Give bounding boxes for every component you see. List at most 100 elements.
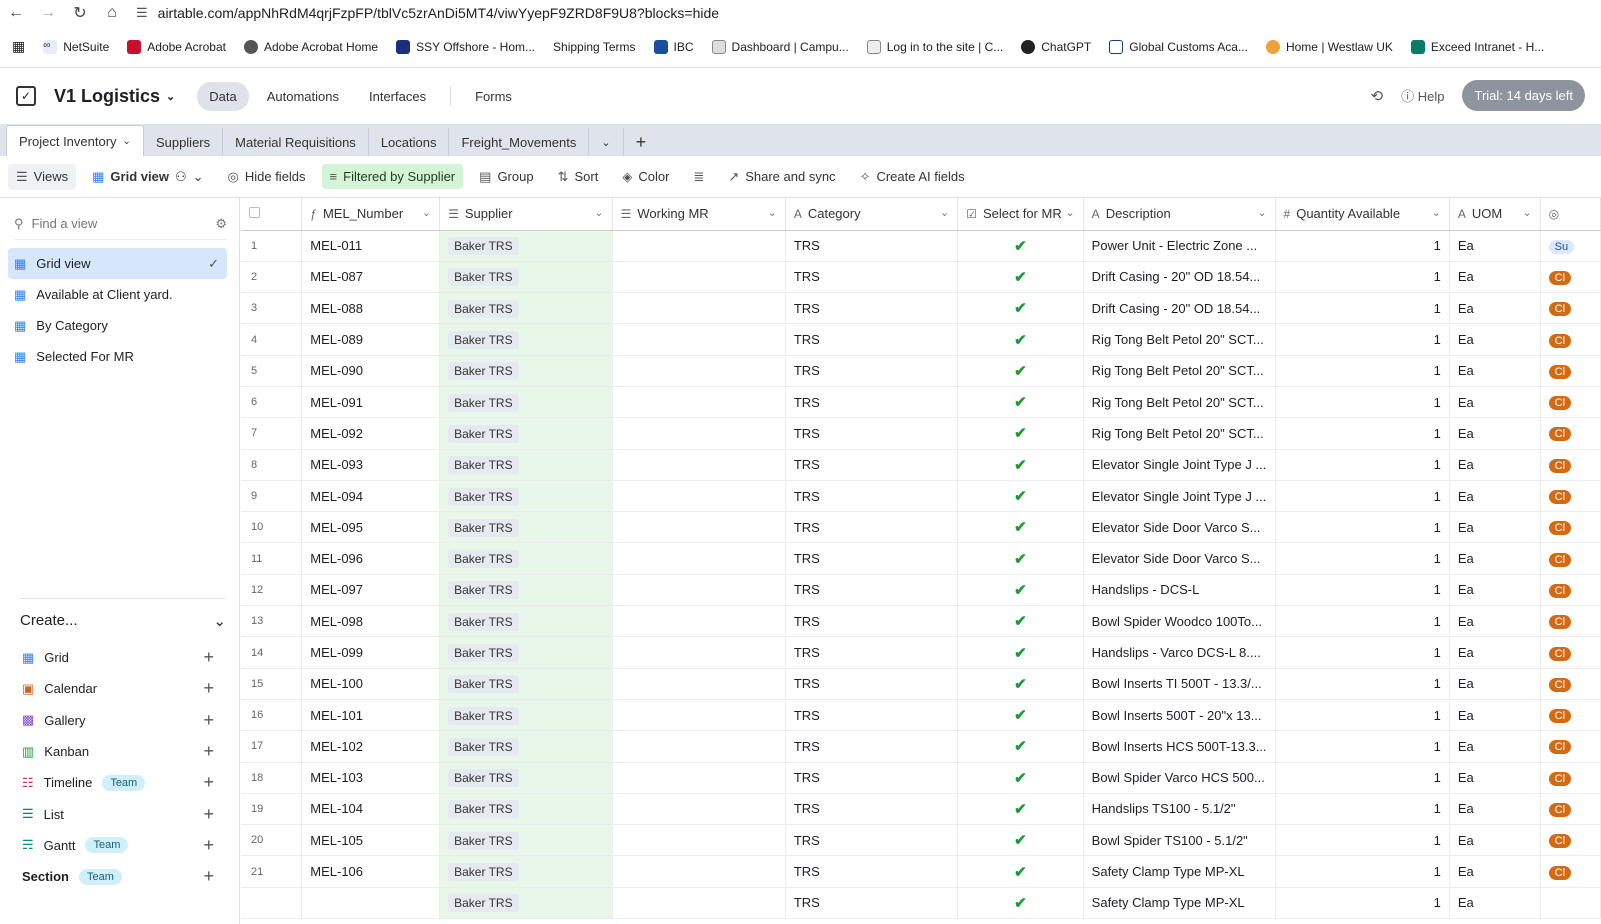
- cell-quantity[interactable]: 1: [1275, 417, 1450, 450]
- cell-working-mr[interactable]: [612, 636, 786, 669]
- cell-quantity[interactable]: 1: [1275, 668, 1450, 700]
- bookmark[interactable]: Shipping Terms: [553, 40, 636, 54]
- tab-freight-movements[interactable]: Freight_Movements: [449, 128, 590, 156]
- cell-description[interactable]: Bowl Inserts 500T - 20"x 13...: [1083, 699, 1276, 732]
- cell-category[interactable]: TRS: [785, 855, 959, 888]
- cell-mel-number[interactable]: MEL-106: [301, 855, 441, 888]
- cell-supplier[interactable]: Baker TRS: [439, 542, 613, 575]
- sort-button[interactable]: ⇅ Sort: [550, 164, 607, 190]
- row-number[interactable]: 3: [241, 292, 303, 325]
- cell-quantity[interactable]: 1: [1275, 699, 1450, 732]
- nav-data[interactable]: Data: [197, 81, 249, 111]
- cell-status[interactable]: Su: [1540, 230, 1601, 262]
- cell-description[interactable]: Rig Tong Belt Petol 20" SCT...: [1083, 323, 1276, 356]
- cell-status[interactable]: Cl: [1540, 292, 1601, 325]
- cell-quantity[interactable]: 1: [1275, 386, 1450, 419]
- cell-working-mr[interactable]: [612, 449, 786, 481]
- site-info-icon[interactable]: ☰: [136, 5, 148, 21]
- cell-select-for-mr[interactable]: ✔: [957, 668, 1084, 700]
- cell-status[interactable]: Cl: [1540, 824, 1601, 857]
- cell-status[interactable]: Cl: [1540, 417, 1601, 450]
- history-icon[interactable]: ⟲: [1371, 87, 1384, 105]
- col-header-mel-number[interactable]: ƒ MEL_Number ⌄: [301, 198, 441, 231]
- cell-status[interactable]: [1540, 887, 1601, 920]
- cell-supplier[interactable]: Baker TRS: [439, 762, 613, 794]
- cell-description[interactable]: Elevator Side Door Varco S...: [1083, 542, 1276, 575]
- plus-icon[interactable]: +: [203, 804, 214, 825]
- cell-supplier[interactable]: Baker TRS: [439, 887, 613, 920]
- cell-working-mr[interactable]: [612, 480, 786, 513]
- create-gantt[interactable]: ☴ Gantt Team +: [0, 830, 240, 861]
- cell-description[interactable]: Rig Tong Belt Petol 20" SCT...: [1083, 355, 1276, 387]
- cell-select-for-mr[interactable]: ✔: [957, 323, 1084, 356]
- bookmark[interactable]: Adobe Acrobat: [127, 39, 226, 54]
- url-field[interactable]: ☰ airtable.com/appNhRdM4qrjFzpFP/tblVc5z…: [136, 5, 719, 21]
- table-row[interactable]: 7 MEL-092 Baker TRS TRS ✔ Rig Tong Belt Petol…: [241, 417, 1601, 450]
- row-number[interactable]: 4: [241, 323, 303, 356]
- cell-supplier[interactable]: Baker TRS: [439, 793, 613, 826]
- table-row[interactable]: 19 MEL-104 Baker TRS TRS ✔ Handslips TS100 - …: [241, 793, 1601, 826]
- cell-select-for-mr[interactable]: ✔: [957, 480, 1084, 513]
- table-row[interactable]: 18 MEL-103 Baker TRS TRS ✔ Bowl Spider Varco …: [241, 762, 1601, 794]
- cell-category[interactable]: TRS: [785, 605, 959, 638]
- cell-status[interactable]: Cl: [1540, 636, 1601, 669]
- cell-supplier[interactable]: Baker TRS: [439, 355, 613, 387]
- cell-select-for-mr[interactable]: ✔: [957, 417, 1084, 450]
- row-number[interactable]: 17: [241, 730, 303, 763]
- create-toggle[interactable]: Create... ⌄: [20, 598, 226, 642]
- cell-mel-number[interactable]: MEL-104: [301, 793, 441, 826]
- cell-quantity[interactable]: 1: [1275, 480, 1450, 513]
- cell-supplier[interactable]: Baker TRS: [439, 574, 613, 607]
- cell-uom[interactable]: Ea: [1449, 323, 1541, 356]
- cell-supplier[interactable]: Baker TRS: [439, 386, 613, 419]
- row-number[interactable]: 10: [241, 511, 303, 544]
- table-row[interactable]: Baker TRS TRS ✔ Safety Clamp Type MP-XL 1 Ea: [241, 887, 1601, 920]
- cell-category[interactable]: TRS: [785, 574, 959, 607]
- cell-quantity[interactable]: 1: [1275, 636, 1450, 669]
- cell-mel-number[interactable]: MEL-094: [301, 480, 441, 513]
- create-section[interactable]: Section Team +: [0, 861, 240, 892]
- cell-uom[interactable]: Ea: [1449, 730, 1541, 763]
- nav-interfaces[interactable]: Interfaces: [357, 82, 438, 111]
- cell-mel-number[interactable]: MEL-091: [301, 386, 441, 419]
- cell-uom[interactable]: Ea: [1449, 230, 1541, 262]
- cell-working-mr[interactable]: [612, 762, 786, 794]
- table-row[interactable]: 17 MEL-102 Baker TRS TRS ✔ Bowl Inserts HCS 5…: [241, 730, 1601, 763]
- bookmark[interactable]: Log in to the site | C...: [866, 39, 1003, 54]
- cell-quantity[interactable]: 1: [1275, 762, 1450, 794]
- hide-fields-button[interactable]: ◎ Hide fields: [220, 164, 314, 190]
- cell-working-mr[interactable]: [612, 699, 786, 732]
- cell-select-for-mr[interactable]: ✔: [957, 355, 1084, 387]
- help-button[interactable]: ⓘ Help: [1401, 86, 1444, 105]
- cell-status[interactable]: Cl: [1540, 699, 1601, 732]
- cell-category[interactable]: TRS: [785, 887, 959, 920]
- table-row[interactable]: 3 MEL-088 Baker TRS TRS ✔ Drift Casing - 20" …: [241, 292, 1601, 325]
- cell-uom[interactable]: Ea: [1449, 417, 1541, 450]
- cell-description[interactable]: Bowl Inserts TI 500T - 13.3/...: [1083, 668, 1276, 700]
- cell-mel-number[interactable]: MEL-093: [301, 449, 441, 481]
- row-number[interactable]: 20: [241, 824, 303, 857]
- cell-supplier[interactable]: Baker TRS: [439, 730, 613, 763]
- col-header-supplier[interactable]: ☰ Supplier ⌄: [439, 198, 613, 231]
- create-list[interactable]: ☰ List +: [0, 798, 240, 829]
- bookmark[interactable]: Home | Westlaw UK: [1265, 39, 1393, 54]
- cell-mel-number[interactable]: MEL-102: [301, 730, 441, 763]
- cell-mel-number[interactable]: MEL-092: [301, 417, 441, 450]
- cell-quantity[interactable]: 1: [1275, 511, 1450, 544]
- bookmark[interactable]: Dashboard | Campu...: [711, 39, 849, 54]
- plus-icon[interactable]: +: [203, 866, 214, 887]
- cell-quantity[interactable]: 1: [1275, 355, 1450, 387]
- plus-icon[interactable]: +: [203, 647, 214, 668]
- row-number[interactable]: 19: [241, 793, 303, 826]
- cell-supplier[interactable]: Baker TRS: [439, 417, 613, 450]
- row-number[interactable]: 7: [241, 417, 303, 450]
- table-row[interactable]: 9 MEL-094 Baker TRS TRS ✔ Elevator Single Joi…: [241, 480, 1601, 513]
- cell-category[interactable]: TRS: [785, 511, 959, 544]
- cell-supplier[interactable]: Baker TRS: [439, 636, 613, 669]
- reload-icon[interactable]: ↻: [64, 3, 96, 23]
- cell-working-mr[interactable]: [612, 511, 786, 544]
- cell-uom[interactable]: Ea: [1449, 449, 1541, 481]
- cell-working-mr[interactable]: [612, 824, 786, 857]
- cell-quantity[interactable]: 1: [1275, 261, 1450, 294]
- cell-quantity[interactable]: 1: [1275, 542, 1450, 575]
